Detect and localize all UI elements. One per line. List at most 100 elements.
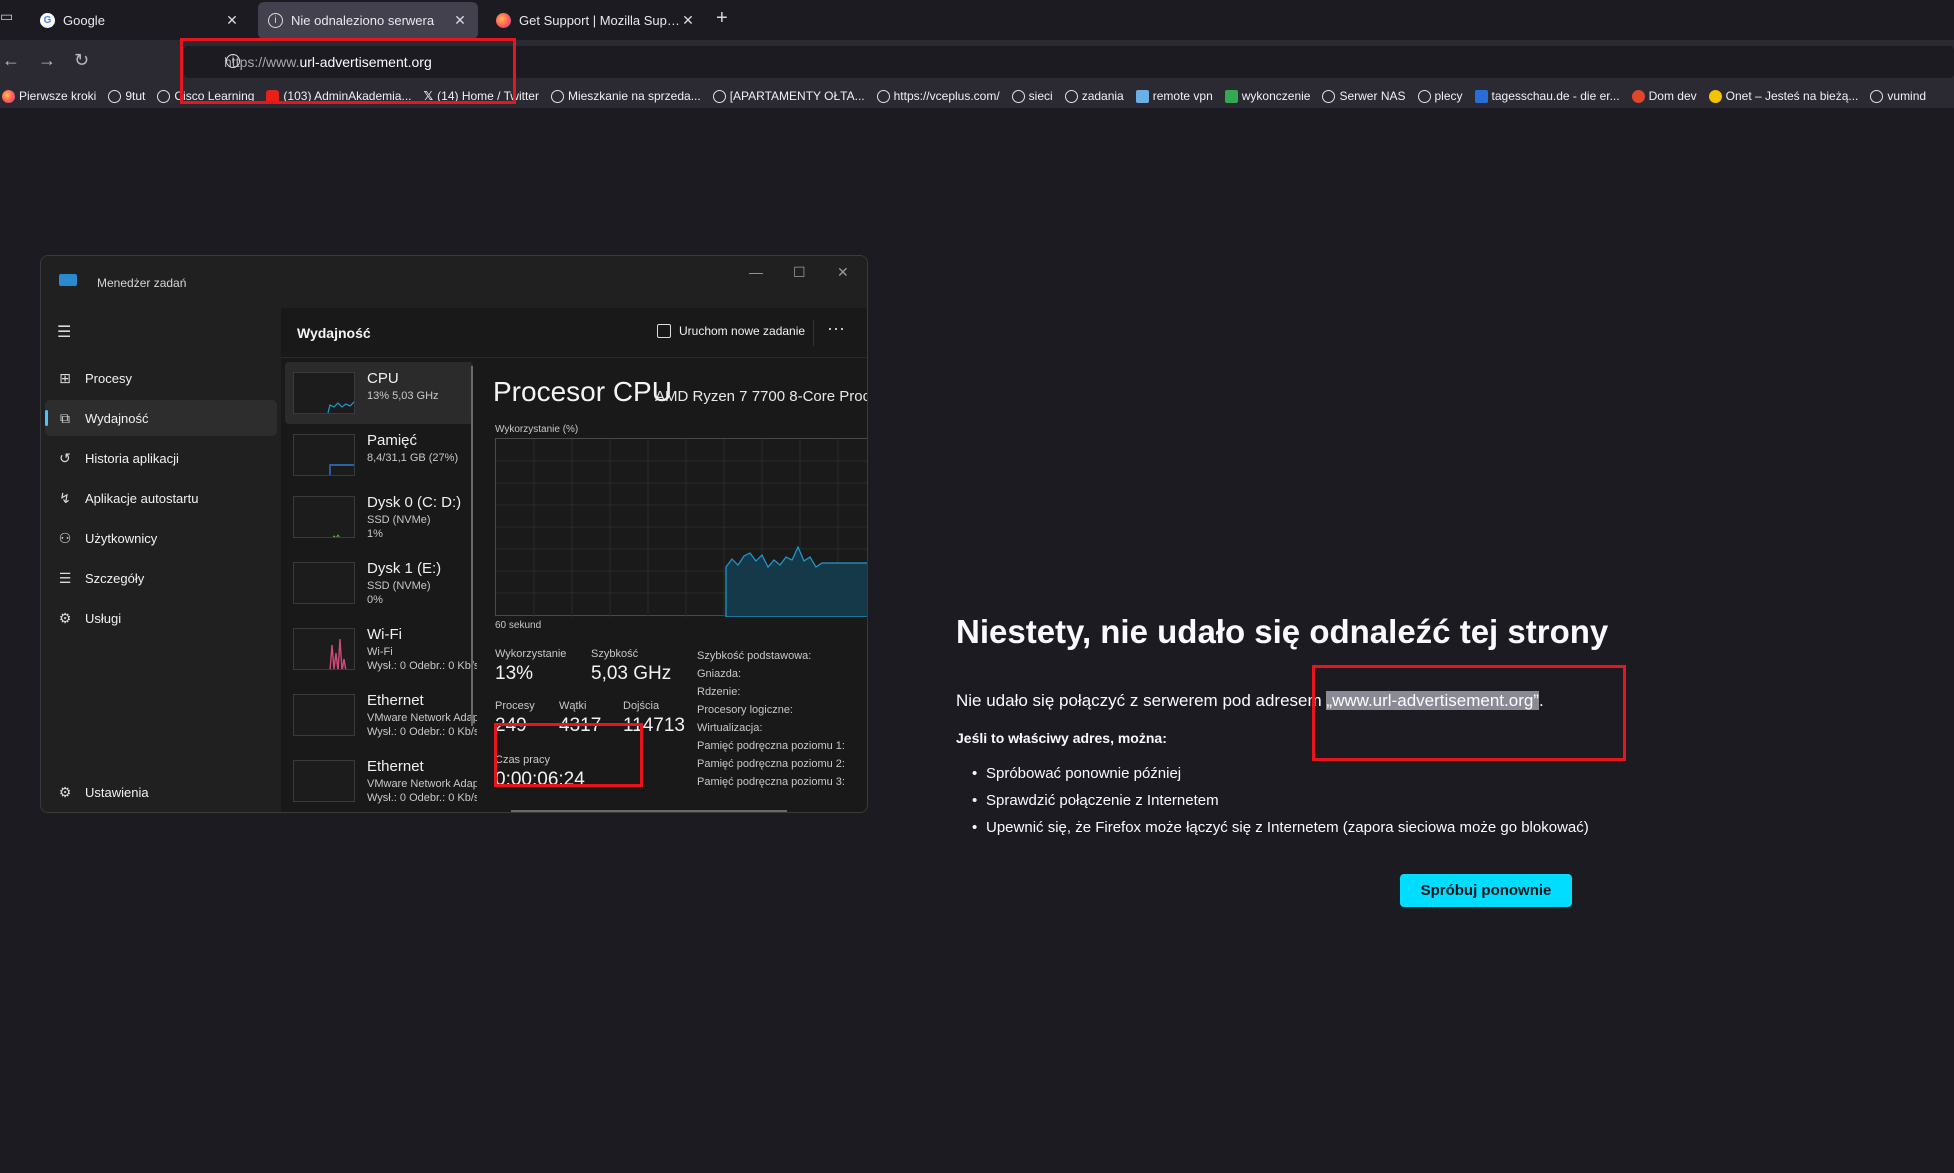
minimize-button[interactable]: — (749, 264, 763, 280)
globe-icon (1870, 89, 1884, 103)
globe-icon (1417, 89, 1431, 103)
tagesschau-icon (1474, 89, 1488, 103)
bookmark-item[interactable]: tagesschau.de - die er... (1474, 89, 1620, 103)
bookmark-item[interactable]: remote vpn (1135, 89, 1213, 103)
cpu-thumbnail-graph (327, 401, 354, 413)
more-options-icon[interactable]: ··· (827, 318, 845, 339)
bookmark-item[interactable]: [APARTAMENTY OŁTA... (712, 89, 865, 103)
resource-name: CPU (367, 370, 399, 387)
resource-detail: Wysł.: 0 Odebr.: 0 Kb/s (367, 660, 477, 672)
bookmark-item[interactable]: plecy (1417, 89, 1463, 103)
sidebar-item-startup-apps[interactable]: ↯ Aplikacje autostartu (45, 480, 277, 516)
resource-detail: Wysł.: 0 Odebr.: 0 Kb/s (367, 792, 477, 804)
utilization-value: 13% (495, 663, 534, 684)
bookmark-item[interactable]: sieci (1011, 89, 1053, 103)
annotation-box-uptime (494, 723, 643, 787)
sheets-icon (1224, 89, 1238, 103)
spec-label: Szybkość podstawowa: (697, 650, 812, 662)
performance-icon: ⧉ (60, 409, 70, 426)
bookmark-item[interactable]: Serwer NAS (1322, 89, 1406, 103)
globe-icon (1011, 89, 1025, 103)
firefox-icon (496, 13, 511, 28)
bookmark-item[interactable]: 9tut (108, 89, 145, 103)
resource-item-cpu[interactable]: CPU 13% 5,03 GHz (285, 362, 473, 424)
processes-icon: ⊞ (59, 369, 71, 386)
resource-item-ethernet[interactable]: Ethernet VMware Network Adapter Wysł.: 0… (285, 750, 477, 812)
sidebar-item-app-history[interactable]: ↺ Historia aplikacji (45, 440, 277, 476)
resource-detail: 1% (367, 528, 383, 540)
maximize-button[interactable]: ☐ (793, 264, 806, 281)
tab-google[interactable]: G Google ✕ (30, 2, 250, 39)
tab-not-found[interactable]: i Nie odnaleziono serwera ✕ (258, 2, 478, 39)
retry-button[interactable]: Spróbuj ponownie (1400, 874, 1572, 907)
globe-icon (157, 89, 171, 103)
resource-item-wifi[interactable]: Wi-Fi Wi-Fi Wysł.: 0 Odebr.: 0 Kb/s (285, 618, 477, 680)
disk0-thumbnail-graph (332, 534, 340, 537)
resource-item-disk-1[interactable]: Dysk 1 (E:) SSD (NVMe) 0% (285, 552, 473, 614)
bookmark-item[interactable]: Dom dev (1631, 89, 1697, 103)
forward-icon[interactable]: → (38, 50, 56, 71)
suggestion-list: Spróbować ponownie później Sprawdzić poł… (972, 765, 1589, 846)
resource-name: Ethernet (367, 758, 424, 775)
task-manager-titlebar[interactable]: Menedżer zadań — ☐ ✕ (41, 256, 867, 308)
globe-icon (876, 89, 890, 103)
resource-detail: 8,4/31,1 GB (27%) (367, 452, 459, 464)
sidebar-item-services[interactable]: ⚙ Usługi (45, 600, 277, 636)
bookmark-item[interactable]: vumind (1870, 89, 1926, 103)
resource-detail: 13% 5,03 GHz (367, 390, 439, 402)
list-item: Sprawdzić połączenie z Internetem (972, 792, 1589, 819)
services-icon: ⚙ (58, 609, 72, 626)
task-manager-sidebar: ☰ ⊞ Procesy ⧉ Wydajność ↺ Historia aplikacj… (41, 308, 281, 812)
sidebar-item-settings[interactable]: ⚙ Ustawienia (45, 774, 277, 810)
startup-icon: ↯ (59, 489, 71, 506)
hamburger-menu-icon[interactable]: ☰ (57, 322, 71, 342)
sidebar-item-details[interactable]: ☰ Szczegóły (45, 560, 277, 596)
bookmark-item[interactable]: https://vceplus.com/ (876, 89, 1000, 103)
close-button[interactable]: ✕ (837, 264, 849, 281)
spec-label: Pamięć podręczna poziomu 1: (697, 740, 845, 752)
resource-name: Ethernet (367, 692, 424, 709)
tab-list-icon[interactable]: ▭ (0, 8, 18, 30)
resource-name: Dysk 1 (E:) (367, 560, 442, 577)
reload-icon[interactable]: ↻ (74, 50, 89, 71)
sidebar-item-users[interactable]: ⚇ Użytkownicy (45, 520, 277, 556)
page-title: Wydajność (297, 325, 371, 341)
resource-item-ethernet[interactable]: Ethernet VMware Network Adapter Wysł.: 0… (285, 684, 477, 746)
bookmark-item[interactable]: wykonczenie (1224, 89, 1310, 103)
resource-list-scrollbar[interactable] (471, 366, 473, 726)
close-tab-icon[interactable]: ✕ (680, 12, 696, 29)
horizontal-scrollbar[interactable] (511, 810, 787, 812)
resource-name: Pamięć (367, 432, 418, 449)
details-icon: ☰ (58, 569, 72, 586)
globe-icon (712, 89, 726, 103)
google-icon: G (40, 13, 55, 28)
resource-detail: Wysł.: 0 Odebr.: 0 Kb/s (367, 726, 477, 738)
home-icon (1631, 89, 1645, 103)
bookmark-item[interactable]: Pierwsze kroki (2, 89, 96, 103)
resource-item-disk-0[interactable]: Dysk 0 (C: D:) SSD (NVMe) 1% (285, 486, 473, 548)
spec-label: Pamięć podręczna poziomu 3: (697, 776, 845, 788)
back-icon[interactable]: ← (2, 50, 20, 71)
disk1-thumbnail (293, 562, 355, 604)
bookmark-item[interactable]: Mieszkanie na sprzeda... (550, 89, 701, 103)
spec-label: Rdzenie: (697, 686, 741, 698)
sidebar-item-processes[interactable]: ⊞ Procesy (45, 360, 277, 396)
tab-mozilla-support[interactable]: Get Support | Mozilla Support ✕ (486, 2, 706, 39)
list-item: Upewnić się, że Firefox może łączyć się … (972, 819, 1589, 846)
run-new-task-button[interactable]: Uruchom nowe zadanie (657, 324, 805, 338)
bookmark-item[interactable]: Onet – Jesteś na bieżą... (1708, 89, 1858, 103)
wifi-thumbnail (293, 628, 355, 670)
threads-label: Wątki (559, 700, 587, 712)
new-tab-button[interactable]: + (716, 7, 728, 30)
run-task-icon (657, 324, 671, 338)
disk0-thumbnail (293, 496, 355, 538)
close-tab-icon[interactable]: ✕ (452, 12, 468, 29)
cpu-usage-chart (495, 438, 867, 618)
cpu-model: AMD Ryzen 7 7700 8-Core Processor (655, 388, 868, 405)
close-tab-icon[interactable]: ✕ (224, 12, 240, 29)
sidebar-item-performance[interactable]: ⧉ Wydajność (45, 400, 277, 436)
bookmark-item[interactable]: zadania (1064, 89, 1124, 103)
resource-detail: SSD (NVMe) (367, 580, 431, 592)
info-icon: i (268, 13, 283, 28)
resource-item-memory[interactable]: Pamięć 8,4/31,1 GB (27%) (285, 424, 473, 486)
